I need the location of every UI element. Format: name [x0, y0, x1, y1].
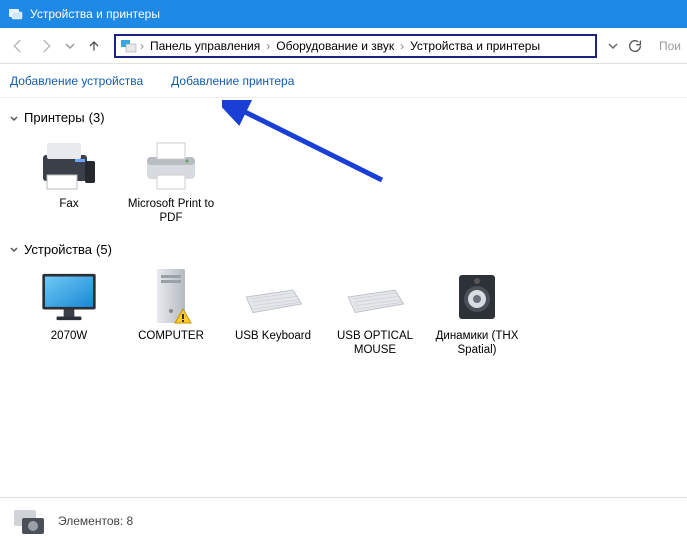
- status-bar: Элементов: 8: [0, 497, 687, 543]
- item-label: 2070W: [51, 329, 87, 343]
- forward-button[interactable]: [34, 34, 58, 58]
- command-bar: Добавление устройства Добавление принтер…: [0, 64, 687, 98]
- device-item-mouse[interactable]: USB OPTICAL MOUSE: [324, 263, 426, 364]
- status-count: 8: [127, 514, 134, 528]
- address-history-dropdown[interactable]: [605, 34, 621, 58]
- status-label: Элементов:: [58, 514, 123, 528]
- add-device-button[interactable]: Добавление устройства: [10, 74, 143, 88]
- chevron-right-icon: ›: [398, 39, 406, 53]
- search-input[interactable]: Пои: [651, 39, 681, 53]
- content-area: Принтеры (3) Fax: [0, 98, 687, 498]
- navbar: › Панель управления › Оборудование и зву…: [0, 28, 687, 64]
- group-label: Устройства: [24, 242, 92, 257]
- group-count: (5): [96, 242, 112, 257]
- keyboard-icon: [241, 269, 305, 325]
- warning-badge-icon: [173, 307, 193, 327]
- devices-icon: [8, 6, 24, 22]
- breadcrumb-item[interactable]: Устройства и принтеры: [406, 39, 544, 53]
- window-titlebar: Устройства и принтеры: [0, 0, 687, 28]
- breadcrumb-item[interactable]: Панель управления: [146, 39, 264, 53]
- refresh-button[interactable]: [623, 34, 647, 58]
- device-item-keyboard[interactable]: USB Keyboard: [222, 263, 324, 364]
- computer-icon: [139, 269, 203, 325]
- group-header-printers[interactable]: Принтеры (3): [8, 104, 687, 131]
- add-printer-button[interactable]: Добавление принтера: [171, 74, 294, 88]
- group-label: Принтеры: [24, 110, 85, 125]
- group-count: (3): [89, 110, 105, 125]
- speaker-icon: [445, 269, 509, 325]
- item-label: COMPUTER: [138, 329, 204, 343]
- back-button[interactable]: [6, 34, 30, 58]
- mouse-icon: [343, 269, 407, 325]
- chevron-right-icon: ›: [138, 39, 146, 53]
- item-label: Fax: [59, 197, 78, 211]
- device-item-monitor[interactable]: 2070W: [18, 263, 120, 364]
- monitor-icon: [37, 269, 101, 325]
- group-header-devices[interactable]: Устройства (5): [8, 236, 687, 263]
- chevron-right-icon: ›: [264, 39, 272, 53]
- printers-row: Fax Microsoft Print to PDF: [8, 131, 687, 232]
- item-label: USB OPTICAL MOUSE: [326, 329, 424, 358]
- breadcrumb-item[interactable]: Оборудование и звук: [272, 39, 398, 53]
- device-item-print-pdf[interactable]: Microsoft Print to PDF: [120, 131, 222, 232]
- item-label: USB Keyboard: [235, 329, 311, 343]
- chevron-down-icon: [8, 112, 20, 124]
- chevron-down-icon: [8, 243, 20, 255]
- devices-row: 2070W COMPUTER: [8, 263, 687, 364]
- device-item-speaker[interactable]: Динамики (THX Spatial): [426, 263, 528, 364]
- window-title: Устройства и принтеры: [30, 7, 160, 21]
- address-bar[interactable]: › Панель управления › Оборудование и зву…: [114, 34, 597, 58]
- item-label: Динамики (THX Spatial): [428, 329, 526, 358]
- up-button[interactable]: [82, 34, 106, 58]
- device-item-fax[interactable]: Fax: [18, 131, 120, 232]
- printer-icon: [139, 137, 203, 193]
- devices-printers-icon: [120, 37, 138, 55]
- fax-icon: [37, 137, 101, 193]
- devices-large-icon: [10, 502, 48, 540]
- item-label: Microsoft Print to PDF: [122, 197, 220, 226]
- history-dropdown[interactable]: [62, 34, 78, 58]
- device-item-computer[interactable]: COMPUTER: [120, 263, 222, 364]
